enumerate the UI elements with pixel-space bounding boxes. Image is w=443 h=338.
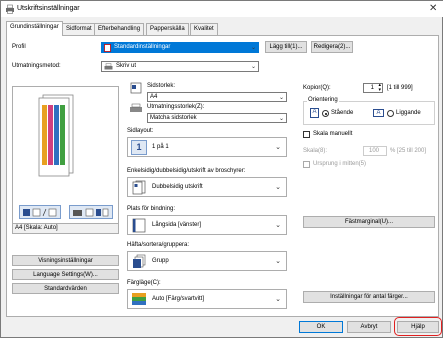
output-size-icon — [130, 103, 142, 112]
tab-basic-settings[interactable]: Grundinställningar — [6, 21, 63, 36]
color-count-settings-button[interactable]: Inställningar för antal färger... — [303, 291, 435, 303]
scale-manual-label: Skala manuellt — [313, 131, 353, 137]
output-size-label: Utmatningsstorlek(Z): — [147, 104, 205, 110]
scale-range: % [25 till 200] — [390, 148, 427, 154]
group-icon — [133, 254, 146, 268]
preview-pane — [12, 86, 119, 224]
layout-select[interactable]: 1 1 på 1 ⌄ — [127, 137, 287, 157]
spinner-icon[interactable]: ▴ ▾ — [378, 84, 381, 92]
preview-caption-bar: A4 [Skala: Auto] — [12, 224, 119, 234]
chevron-down-icon: ⌄ — [250, 45, 256, 51]
duplex-icon — [132, 180, 146, 195]
color-mode-value: Auto [Färg/svartvitt] — [152, 296, 205, 302]
finishing-value: Grupp — [152, 258, 169, 264]
one-page-icon: 1 — [131, 140, 147, 155]
profile-select[interactable]: Standardinställningar ⌄ — [101, 42, 259, 53]
preview-caption: A4 [Skala: Auto] — [15, 225, 58, 231]
add-profile-button[interactable]: Lägg till(1)... — [265, 41, 307, 53]
profile-icon — [104, 44, 111, 52]
close-icon[interactable]: ✕ — [429, 3, 437, 14]
page-size-value: A4 — [150, 94, 158, 100]
page-size-label: Sidstorlek: — [147, 83, 176, 89]
output-method-label: Utmatningsmetod: — [12, 63, 61, 69]
help-button[interactable]: Hjälp — [397, 321, 439, 333]
binding-value: Långsida [vänster] — [152, 222, 202, 228]
page-preview-icon — [38, 94, 74, 177]
origin-center-label: Ursprung i mitten(5) — [313, 161, 367, 167]
copies-input[interactable]: 1 ▴ ▾ — [363, 83, 383, 93]
output-size-value: Matcha sidstorlek — [150, 115, 197, 121]
chevron-down-icon: ⌄ — [275, 184, 281, 191]
portrait-icon: A — [310, 108, 319, 118]
language-settings-button[interactable]: Language Settings(W)... — [12, 269, 119, 280]
origin-center-checkbox[interactable] — [303, 161, 310, 168]
finishing-select[interactable]: Grupp ⌄ — [127, 251, 287, 271]
orientation-label: Orientering — [307, 97, 339, 103]
layout-label: Sidlayout: — [127, 128, 154, 134]
layout-value: 1 på 1 — [152, 144, 169, 150]
color-mode-label: Färgläge(C): — [127, 280, 161, 286]
binding-label: Plats för bindning: — [127, 206, 176, 212]
profile-label: Profil — [12, 44, 26, 50]
chevron-down-icon: ⌄ — [275, 222, 281, 229]
scale-label: Skala(8): — [303, 148, 328, 154]
edit-profile-button[interactable]: Redigera(2)... — [311, 41, 353, 53]
chevron-down-icon: ⌄ — [275, 144, 281, 151]
copies-range: [1 till 999] — [387, 85, 413, 91]
portrait-radio[interactable] — [322, 110, 329, 117]
settings-view-toggle[interactable] — [69, 205, 113, 219]
printer-view-icons — [73, 208, 109, 217]
output-size-select[interactable]: Matcha sidstorlek ⌄ — [147, 113, 287, 123]
binding-margin-button[interactable]: Fästmarginal(U)... — [303, 216, 435, 228]
tab-quality[interactable]: Kvalitet — [190, 23, 218, 35]
page-size-icon — [130, 82, 142, 94]
printer-icon — [6, 4, 14, 14]
finishing-label: Häfta/sortera/gruppera: — [127, 242, 190, 248]
binding-view-toggle[interactable] — [19, 205, 61, 219]
tab-paper-source[interactable]: Papperskälla — [146, 23, 189, 35]
landscape-icon: A — [373, 109, 384, 117]
page-size-select[interactable]: A4 ⌄ — [147, 92, 287, 102]
chevron-down-icon: ⌄ — [278, 116, 284, 122]
duplex-label: Enkelsidig/dubbelsidig/utskrift av brosc… — [127, 168, 246, 174]
chevron-down-icon: ⌄ — [275, 258, 281, 265]
color-mode-select[interactable]: Auto [Färg/svartvitt] ⌄ — [127, 289, 287, 309]
ok-button[interactable]: OK — [299, 321, 343, 333]
chevron-down-icon: ⌄ — [278, 95, 284, 101]
binding-select[interactable]: Långsida [vänster] ⌄ — [127, 215, 287, 235]
color-mode-icon — [132, 293, 146, 305]
display-settings-button[interactable]: Visningsinställningar — [12, 255, 119, 266]
cancel-button[interactable]: Avbryt — [347, 321, 391, 333]
tab-panel: Profil Standardinställningar ⌄ Lägg till… — [6, 35, 439, 317]
scale-manual-checkbox[interactable] — [303, 131, 310, 138]
defaults-button[interactable]: Standardvärden — [12, 283, 119, 294]
portrait-label: Stående — [331, 110, 354, 116]
title-bar: Utskriftsinställningar ✕ — [1, 1, 443, 17]
window-title: Utskriftsinställningar — [17, 5, 80, 12]
duplex-select[interactable]: Dubbelsidig utskrift ⌄ — [127, 177, 287, 197]
printer-icon — [104, 63, 113, 70]
duplex-value: Dubbelsidig utskrift — [152, 184, 203, 190]
print-settings-window: Utskriftsinställningar ✕ Grundinställnin… — [0, 0, 443, 338]
chevron-down-icon: ⌄ — [250, 64, 256, 70]
output-method-select[interactable]: Skriv ut ⌄ — [101, 61, 259, 72]
layout-icons — [23, 208, 57, 217]
chevron-down-icon: ⌄ — [275, 296, 281, 303]
scale-input[interactable]: 100 — [363, 146, 387, 156]
tab-page-setup[interactable]: Sidformat — [62, 23, 96, 35]
copies-label: Kopior(Q): — [303, 85, 331, 91]
binding-icon — [132, 218, 146, 233]
profile-value: Standardinställningar — [114, 44, 171, 50]
landscape-radio[interactable] — [387, 110, 394, 117]
scale-value: 100 — [368, 148, 379, 154]
tab-finishing[interactable]: Efterbehandling — [94, 23, 145, 35]
output-method-value: Skriv ut — [116, 63, 137, 69]
landscape-label: Liggande — [396, 110, 421, 116]
